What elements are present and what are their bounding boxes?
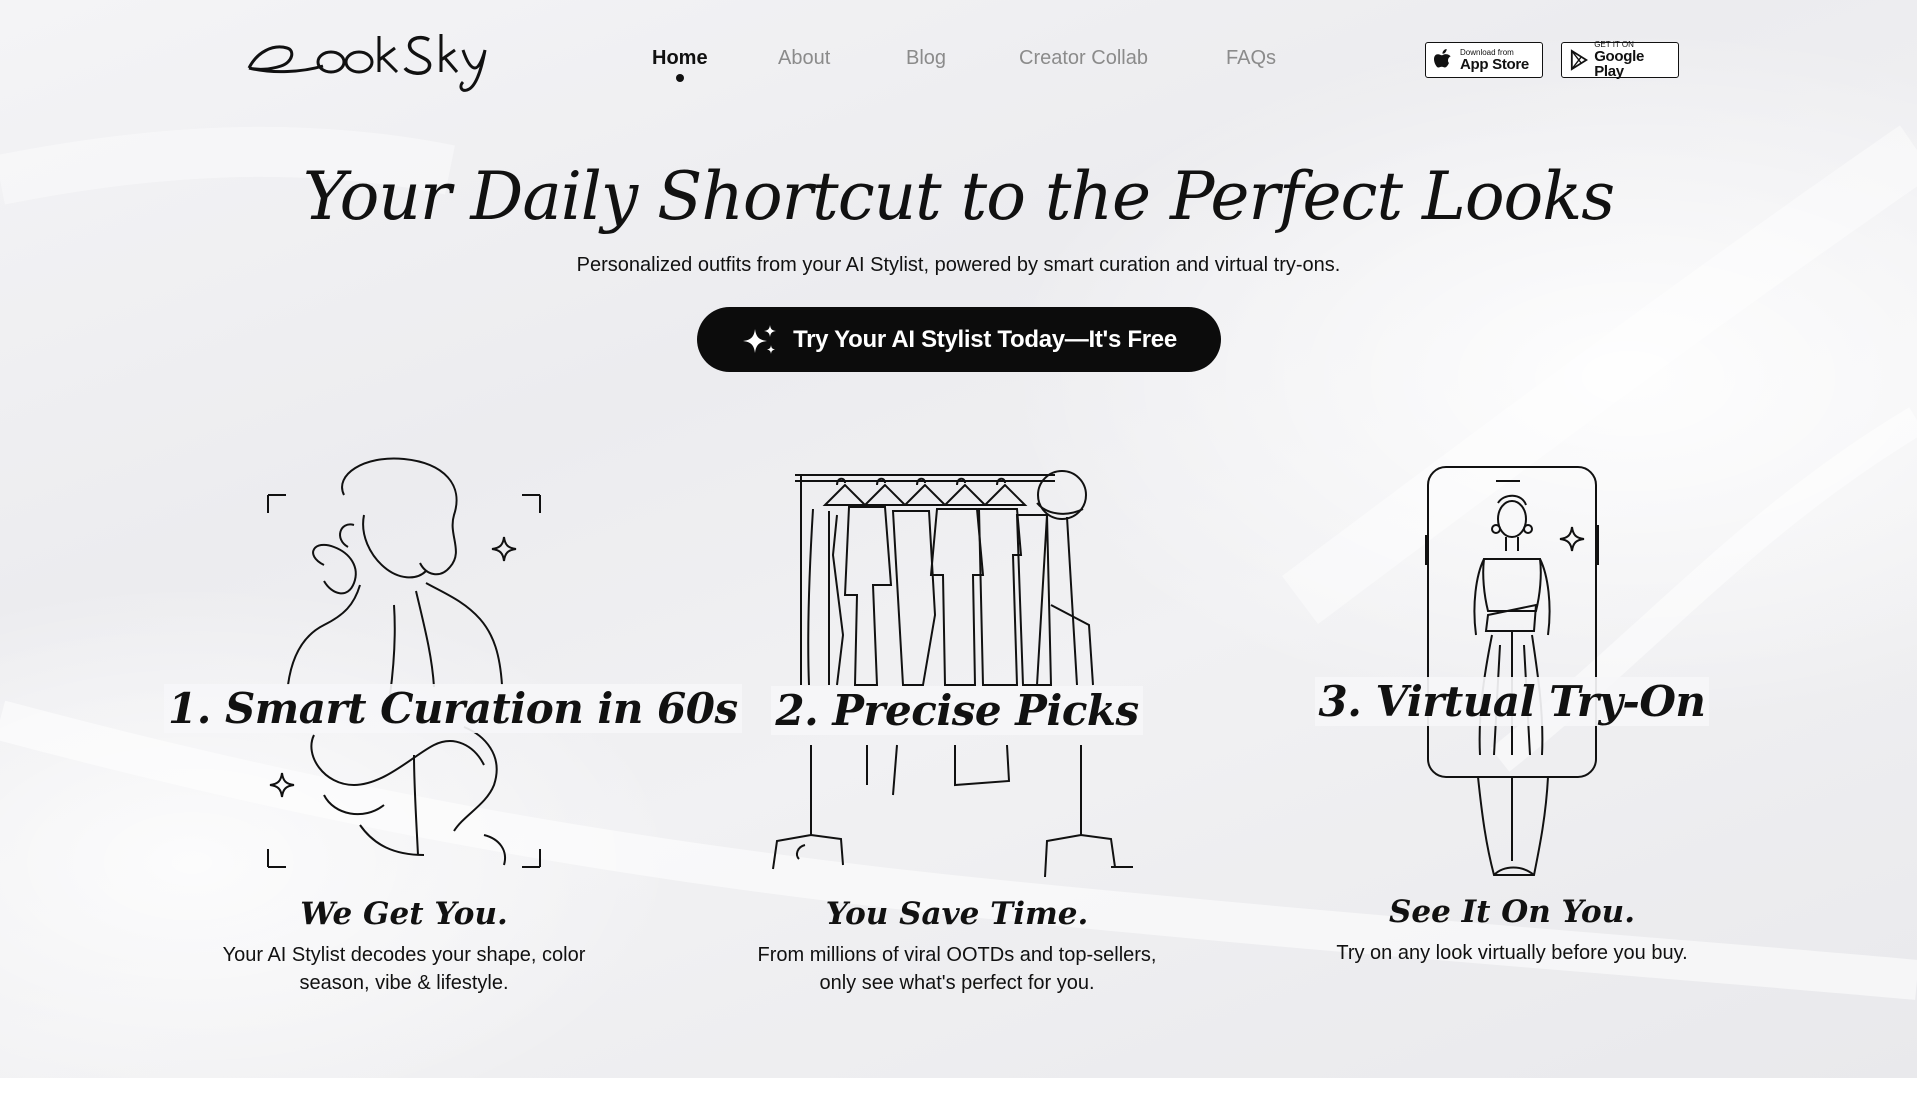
feature-3-description: Try on any look virtually before you buy… — [1336, 942, 1688, 964]
nav-about[interactable]: About — [778, 47, 830, 70]
feature-1-title: 1. Smart Curation in 60s — [164, 684, 742, 733]
clothing-rack-line-art — [772, 470, 1133, 878]
main-nav: Home About Blog Creator Collab FAQs — [652, 47, 1276, 82]
nav-blog[interactable]: Blog — [906, 47, 946, 70]
cta-label: Try Your AI Stylist Today—It's Free — [793, 325, 1177, 353]
page-background: Home About Blog Creator Collab FAQs Down… — [0, 0, 1917, 1078]
hero-subtitle: Personalized outfits from your AI Stylis… — [576, 254, 1341, 276]
logo-wordmark — [247, 34, 487, 92]
looksky-logo[interactable] — [243, 22, 493, 96]
try-ai-stylist-button[interactable]: Try Your AI Stylist Today—It's Free — [697, 307, 1221, 372]
hero-title: Your Daily Shortcut to the Perfect Looks — [302, 158, 1615, 235]
nav-creator-collab[interactable]: Creator Collab — [1019, 47, 1148, 70]
play-icon — [1570, 49, 1589, 71]
feature-2-title-text: 2. Precise Picks — [771, 686, 1143, 735]
phone-try-on-line-art — [1425, 466, 1599, 876]
feature-1-tagline: We Get You. — [300, 896, 508, 932]
feature-2-tagline: You Save Time. — [825, 896, 1089, 932]
feature-2-title: 2. Precise Picks — [717, 686, 1197, 735]
google-play-label: Google Play — [1594, 48, 1645, 80]
feature-3-title-text: 3. Virtual Try-On — [1314, 677, 1710, 726]
page-bottom-band — [0, 1078, 1917, 1100]
apple-icon — [1434, 49, 1451, 68]
feature-2-description: From millions of viral OOTDs and top-sel… — [757, 944, 1157, 994]
app-store-label: App Store — [1460, 55, 1529, 73]
woman-line-art — [267, 457, 541, 868]
feature-1-title-text: 1. Smart Curation in 60s — [164, 684, 742, 733]
google-play-button[interactable]: GET IT ON Google Play — [1561, 41, 1679, 80]
feature-3-title: 3. Virtual Try-On — [1272, 677, 1752, 726]
app-store-button[interactable]: Download from App Store — [1425, 42, 1543, 78]
nav-home[interactable]: Home — [652, 47, 708, 82]
nav-faqs[interactable]: FAQs — [1226, 47, 1276, 70]
feature-3-tagline: See It On You. — [1388, 894, 1636, 930]
sparkles-icon — [743, 324, 777, 354]
feature-1-description: Your AI Stylist decodes your shape, colo… — [222, 944, 586, 994]
